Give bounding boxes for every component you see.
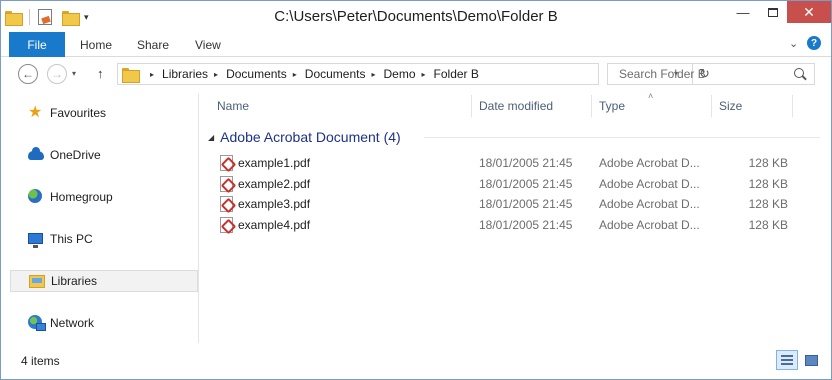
sidebar-item-label: OneDrive bbox=[50, 148, 101, 162]
sidebar-item-libraries[interactable]: Libraries bbox=[10, 270, 198, 292]
pdf-file-icon bbox=[220, 217, 233, 233]
sidebar-item-label: Libraries bbox=[51, 274, 98, 288]
tab-file[interactable]: File bbox=[9, 32, 65, 57]
table-row[interactable]: example2.pdf 18/01/2005 21:45 Adobe Acro… bbox=[216, 174, 816, 194]
search-icon[interactable] bbox=[794, 68, 804, 78]
maximize-button[interactable] bbox=[758, 1, 788, 23]
sidebar-item-label: Favourites bbox=[50, 106, 107, 120]
file-type: Adobe Acrobat D... bbox=[599, 218, 700, 232]
search-box[interactable] bbox=[607, 63, 815, 85]
column-header-size[interactable]: Size bbox=[719, 99, 742, 113]
cloud-icon bbox=[28, 147, 44, 163]
forward-button[interactable]: → bbox=[47, 64, 67, 84]
up-button[interactable]: ↑ bbox=[97, 66, 104, 81]
file-type: Adobe Acrobat D... bbox=[599, 156, 700, 170]
recent-locations-chevron-icon[interactable]: ▾ bbox=[72, 69, 76, 78]
breadcrumb-separator[interactable]: ▸ bbox=[371, 70, 375, 79]
file-size: 128 KB bbox=[748, 156, 788, 170]
large-icons-view-button[interactable] bbox=[800, 350, 822, 370]
file-name: example2.pdf bbox=[238, 177, 311, 191]
file-name: example1.pdf bbox=[238, 156, 311, 170]
file-date-modified: 18/01/2005 21:45 bbox=[479, 177, 573, 191]
column-header-date-modified[interactable]: Date modified bbox=[479, 99, 553, 113]
tab-view[interactable]: View bbox=[195, 38, 221, 52]
group-label: Adobe Acrobat Document (4) bbox=[220, 129, 401, 145]
pdf-file-icon bbox=[220, 196, 233, 212]
file-size: 128 KB bbox=[748, 177, 788, 191]
sidebar-item-homegroup[interactable]: Homegroup bbox=[10, 187, 198, 207]
window-title: C:\Users\Peter\Documents\Demo\Folder B bbox=[274, 8, 558, 25]
tab-share[interactable]: Share bbox=[137, 38, 169, 52]
status-bar: 4 items bbox=[1, 343, 831, 379]
file-type: Adobe Acrobat D... bbox=[599, 197, 700, 211]
column-header-name[interactable]: Name bbox=[217, 99, 249, 113]
sidebar-item-label: This PC bbox=[50, 232, 93, 246]
breadcrumb-documents-folder[interactable]: Documents bbox=[305, 67, 366, 81]
star-icon: ★ bbox=[28, 104, 43, 121]
maximize-icon bbox=[768, 7, 778, 17]
table-row[interactable]: example1.pdf 18/01/2005 21:45 Adobe Acro… bbox=[216, 153, 816, 173]
table-row[interactable]: example3.pdf 18/01/2005 21:45 Adobe Acro… bbox=[216, 194, 816, 214]
item-count: 4 items bbox=[21, 354, 60, 368]
breadcrumb-folder-b[interactable]: Folder B bbox=[434, 67, 479, 81]
breadcrumb-demo[interactable]: Demo bbox=[384, 67, 416, 81]
sidebar-item-this-pc[interactable]: This PC bbox=[10, 229, 198, 249]
back-button[interactable]: ← bbox=[18, 64, 38, 84]
file-type: Adobe Acrobat D... bbox=[599, 177, 700, 191]
details-view-button[interactable] bbox=[776, 350, 798, 370]
file-name: example3.pdf bbox=[238, 197, 311, 211]
details-view-icon bbox=[781, 355, 793, 365]
file-size: 128 KB bbox=[748, 197, 788, 211]
network-icon bbox=[28, 315, 46, 331]
computer-icon bbox=[28, 231, 44, 248]
sidebar-item-onedrive[interactable]: OneDrive bbox=[10, 145, 198, 165]
file-date-modified: 18/01/2005 21:45 bbox=[479, 218, 573, 232]
group-header[interactable]: ◢ Adobe Acrobat Document (4) bbox=[208, 129, 401, 145]
file-date-modified: 18/01/2005 21:45 bbox=[479, 156, 573, 170]
file-size: 128 KB bbox=[748, 218, 788, 232]
breadcrumb-libraries[interactable]: Libraries bbox=[162, 67, 208, 81]
navigation-bar: ← → ▾ ↑ ▸ Libraries ▸ Documents ▸ Docume… bbox=[1, 57, 831, 93]
sidebar-item-favourites[interactable]: ★ Favourites bbox=[10, 103, 198, 123]
sidebar-item-network[interactable]: Network bbox=[10, 313, 198, 333]
column-header-type[interactable]: Type bbox=[599, 99, 625, 113]
sort-ascending-icon: ˄ bbox=[648, 91, 654, 101]
breadcrumb-separator[interactable]: ▸ bbox=[422, 70, 426, 79]
expand-ribbon-chevron-icon[interactable]: ⌄ bbox=[789, 37, 798, 50]
breadcrumb-documents-library[interactable]: Documents bbox=[226, 67, 287, 81]
file-name: example4.pdf bbox=[238, 218, 311, 232]
breadcrumb-separator[interactable]: ▸ bbox=[293, 70, 297, 79]
title-bar: ▾ C:\Users\Peter\Documents\Demo\Folder B… bbox=[1, 1, 831, 32]
column-divider[interactable] bbox=[711, 95, 712, 117]
sidebar-item-label: Homegroup bbox=[50, 190, 113, 204]
minimize-button[interactable]: — bbox=[728, 1, 758, 23]
column-divider[interactable] bbox=[591, 95, 592, 117]
help-icon[interactable]: ? bbox=[807, 36, 821, 50]
column-divider[interactable] bbox=[792, 95, 793, 117]
tab-home[interactable]: Home bbox=[80, 38, 112, 52]
large-icons-view-icon bbox=[804, 354, 818, 366]
sidebar-item-label: Network bbox=[50, 316, 95, 330]
file-list: Name Date modified Type ˄ Size ◢ Adobe A… bbox=[200, 91, 831, 343]
homegroup-icon bbox=[28, 189, 44, 205]
pdf-file-icon bbox=[220, 155, 233, 171]
ribbon-tabs: File Home Share View ⌄ ? bbox=[1, 32, 831, 57]
address-bar[interactable]: ▸ Libraries ▸ Documents ▸ Documents ▸ De… bbox=[117, 63, 710, 85]
breadcrumb-separator[interactable]: ▸ bbox=[150, 70, 154, 79]
address-folder-icon bbox=[122, 67, 140, 83]
breadcrumb-separator[interactable]: ▸ bbox=[214, 70, 218, 79]
collapse-group-icon[interactable]: ◢ bbox=[208, 133, 214, 142]
explorer-window: ▾ C:\Users\Peter\Documents\Demo\Folder B… bbox=[0, 0, 832, 380]
libraries-icon bbox=[29, 273, 45, 289]
close-button[interactable]: ✕ bbox=[787, 1, 831, 23]
column-divider[interactable] bbox=[471, 95, 472, 117]
file-date-modified: 18/01/2005 21:45 bbox=[479, 197, 573, 211]
pdf-file-icon bbox=[220, 176, 233, 192]
navigation-pane: ★ Favourites OneDrive Homegroup This PC … bbox=[1, 93, 199, 343]
group-divider bbox=[424, 137, 820, 138]
search-input[interactable] bbox=[608, 64, 788, 84]
table-row[interactable]: example4.pdf 18/01/2005 21:45 Adobe Acro… bbox=[216, 215, 816, 235]
